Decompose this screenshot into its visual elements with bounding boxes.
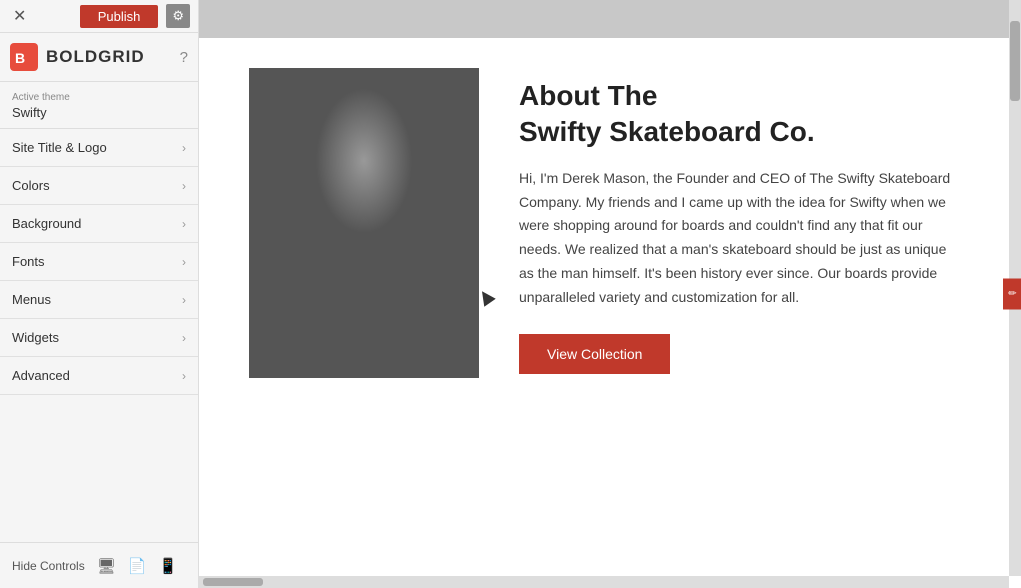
svg-text:B: B <box>15 50 25 66</box>
nav-item-label: Background <box>12 216 81 231</box>
nav-item-advanced[interactable]: Advanced › <box>0 357 198 395</box>
nav-item-menus[interactable]: Menus › <box>0 281 198 319</box>
desktop-view-button[interactable]: 🖥 <box>97 557 116 575</box>
nav-item-fonts[interactable]: Fonts › <box>0 243 198 281</box>
nav-item-colors[interactable]: Colors › <box>0 167 198 205</box>
chevron-right-icon: › <box>182 293 186 307</box>
main-preview: About TheSwifty Skateboard Co. Hi, I'm D… <box>199 0 1021 588</box>
about-title: About TheSwifty Skateboard Co. <box>519 78 961 151</box>
nav-item-label: Menus <box>12 292 51 307</box>
gear-button[interactable]: ⚙ <box>166 4 190 28</box>
nav-item-label: Site Title & Logo <box>12 140 107 155</box>
help-icon[interactable]: ? <box>180 49 188 66</box>
nav-item-label: Fonts <box>12 254 45 269</box>
vertical-scrollbar-thumb[interactable] <box>1010 21 1020 101</box>
chevron-right-icon: › <box>182 217 186 231</box>
nav-item-label: Colors <box>12 178 50 193</box>
about-image-inner <box>249 68 479 378</box>
about-section: About TheSwifty Skateboard Co. Hi, I'm D… <box>199 38 1021 408</box>
active-theme-section: Active theme Swifty <box>0 82 198 129</box>
hide-controls-button[interactable]: Hide Controls <box>12 559 85 573</box>
nav-item-label: Widgets <box>12 330 59 345</box>
nav-item-background[interactable]: Background › <box>0 205 198 243</box>
about-text: About TheSwifty Skateboard Co. Hi, I'm D… <box>519 68 961 374</box>
close-button[interactable]: ✕ <box>8 4 31 28</box>
nav-item-widgets[interactable]: Widgets › <box>0 319 198 357</box>
chevron-right-icon: › <box>182 141 186 155</box>
chevron-right-icon: › <box>182 331 186 345</box>
about-image <box>249 68 479 378</box>
preview-content: About TheSwifty Skateboard Co. Hi, I'm D… <box>199 0 1021 588</box>
active-theme-name: Swifty <box>12 105 186 120</box>
sidebar: ✕ Publish ⚙ B BOLDGRID ? Active theme Sw… <box>0 0 199 588</box>
document-view-button[interactable]: 📄 <box>128 557 147 575</box>
view-collection-button[interactable]: View Collection <box>519 334 670 374</box>
bottom-bar: Hide Controls 🖥 📄 📱 <box>0 542 198 588</box>
nav-list: Site Title & Logo›Colors›Background›Font… <box>0 129 198 542</box>
chevron-right-icon: › <box>182 369 186 383</box>
chevron-right-icon: › <box>182 255 186 269</box>
nav-item-label: Advanced <box>12 368 70 383</box>
logo-area: B BOLDGRID ? <box>0 33 198 82</box>
publish-button[interactable]: Publish <box>80 5 159 28</box>
about-body: Hi, I'm Derek Mason, the Founder and CEO… <box>519 167 961 310</box>
horizontal-scrollbar-thumb[interactable] <box>203 578 263 586</box>
hide-controls-label: Hide Controls <box>12 559 85 573</box>
boldgrid-logo-icon: B <box>10 43 38 71</box>
logo-text: BOLDGRID <box>46 47 145 67</box>
active-theme-label: Active theme <box>12 92 186 103</box>
logo-left: B BOLDGRID <box>10 43 145 71</box>
nav-item-site-title-logo[interactable]: Site Title & Logo › <box>0 129 198 167</box>
top-bar: ✕ Publish ⚙ <box>0 0 198 33</box>
mobile-view-button[interactable]: 📱 <box>158 557 177 575</box>
chevron-right-icon: › <box>182 179 186 193</box>
horizontal-scrollbar[interactable] <box>199 576 1009 588</box>
preview-banner <box>199 0 1021 38</box>
right-side-tab[interactable]: ✏ <box>1003 279 1021 310</box>
